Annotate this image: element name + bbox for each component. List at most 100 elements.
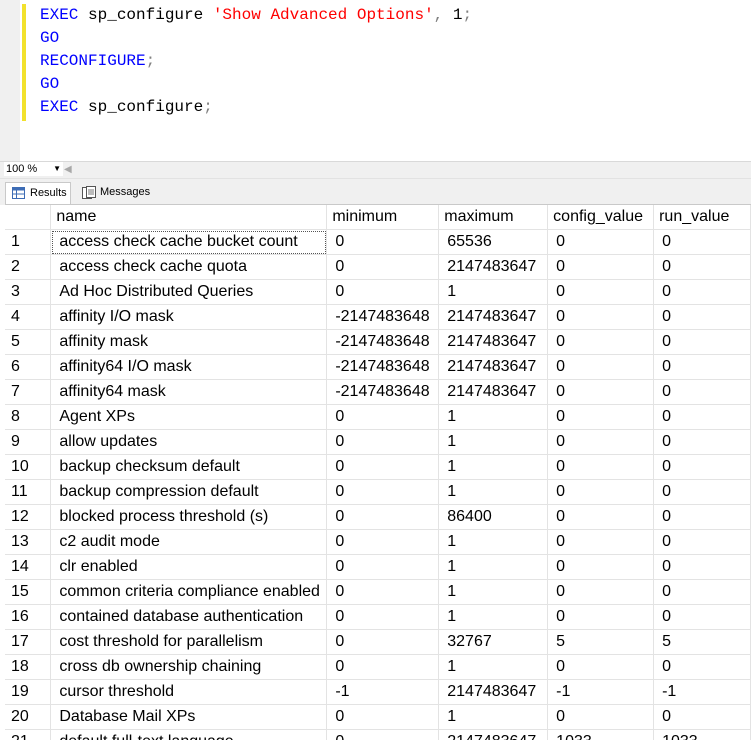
row-number[interactable]: 10 [5,455,51,480]
column-header-run-value[interactable]: run_value [654,205,751,230]
cell-name[interactable]: affinity64 mask [51,380,327,405]
cell-minimum[interactable]: 0 [327,630,439,655]
cell-minimum[interactable]: 0 [327,405,439,430]
cell-name[interactable]: cost threshold for parallelism [51,630,327,655]
cell-run-value[interactable]: 0 [654,380,751,405]
cell-minimum[interactable]: -2147483648 [327,330,439,355]
row-number[interactable]: 2 [5,255,51,280]
cell-minimum[interactable]: 0 [327,605,439,630]
cell-run-value[interactable]: 0 [654,405,751,430]
cell-config-value[interactable]: 0 [548,230,654,255]
cell-maximum[interactable]: 1 [439,480,548,505]
cell-config-value[interactable]: 0 [548,305,654,330]
row-number[interactable]: 12 [5,505,51,530]
cell-run-value[interactable]: 0 [654,605,751,630]
cell-maximum[interactable]: 1 [439,705,548,730]
row-number[interactable]: 14 [5,555,51,580]
cell-run-value[interactable]: 0 [654,705,751,730]
cell-name[interactable]: Agent XPs [51,405,327,430]
row-number[interactable]: 5 [5,330,51,355]
cell-name[interactable]: c2 audit mode [51,530,327,555]
cell-maximum[interactable]: 1 [439,580,548,605]
cell-run-value[interactable]: 0 [654,455,751,480]
cell-maximum[interactable]: 1 [439,280,548,305]
zoom-select[interactable]: 100 % ▼ [4,162,63,176]
results-grid[interactable]: nameminimummaximumconfig_valuerun_value … [5,204,751,740]
cell-run-value[interactable]: 0 [654,355,751,380]
cell-maximum[interactable]: 2147483647 [439,730,548,740]
row-number[interactable]: 9 [5,430,51,455]
cell-minimum[interactable]: 0 [327,530,439,555]
row-number[interactable]: 18 [5,655,51,680]
cell-name[interactable]: backup checksum default [51,455,327,480]
cell-config-value[interactable]: 0 [548,380,654,405]
cell-name[interactable]: affinity I/O mask [51,305,327,330]
cell-minimum[interactable]: 0 [327,255,439,280]
cell-run-value[interactable]: 0 [654,505,751,530]
column-header-config-value[interactable]: config_value [548,205,654,230]
cell-maximum[interactable]: 1 [439,605,548,630]
column-header-minimum[interactable]: minimum [327,205,439,230]
cell-config-value[interactable]: 0 [548,280,654,305]
cell-maximum[interactable]: 2147483647 [439,680,548,705]
row-number[interactable]: 3 [5,280,51,305]
cell-config-value[interactable]: 0 [548,580,654,605]
cell-name[interactable]: backup compression default [51,480,327,505]
cell-config-value[interactable]: 0 [548,530,654,555]
cell-config-value[interactable]: 5 [548,630,654,655]
cell-maximum[interactable]: 1 [439,455,548,480]
cell-maximum[interactable]: 2147483647 [439,255,548,280]
cell-run-value[interactable]: 5 [654,630,751,655]
cell-name[interactable]: default full-text language [51,730,327,740]
row-number[interactable]: 8 [5,405,51,430]
cell-config-value[interactable]: 0 [548,555,654,580]
row-number[interactable]: 1 [5,230,51,255]
cell-maximum[interactable]: 65536 [439,230,548,255]
cell-config-value[interactable]: 0 [548,405,654,430]
cell-config-value[interactable]: 0 [548,505,654,530]
cell-run-value[interactable]: 0 [654,580,751,605]
cell-run-value[interactable]: 0 [654,430,751,455]
row-number[interactable]: 4 [5,305,51,330]
cell-run-value[interactable]: 0 [654,230,751,255]
scroll-left-icon[interactable]: ◀ [64,162,72,177]
cell-minimum[interactable]: 0 [327,280,439,305]
cell-run-value[interactable]: 0 [654,480,751,505]
cell-name[interactable]: contained database authentication [51,605,327,630]
row-number[interactable]: 17 [5,630,51,655]
cell-name[interactable]: Database Mail XPs [51,705,327,730]
row-number[interactable]: 20 [5,705,51,730]
row-number[interactable]: 11 [5,480,51,505]
query-editor[interactable]: EXEC sp_configure 'Show Advanced Options… [0,0,751,161]
cell-maximum[interactable]: 32767 [439,630,548,655]
cell-maximum[interactable]: 1 [439,405,548,430]
cell-maximum[interactable]: 2147483647 [439,355,548,380]
cell-minimum[interactable]: 0 [327,505,439,530]
cell-name[interactable]: blocked process threshold (s) [51,505,327,530]
cell-maximum[interactable]: 2147483647 [439,305,548,330]
cell-run-value[interactable]: 0 [654,280,751,305]
cell-run-value[interactable]: 0 [654,530,751,555]
cell-config-value[interactable]: 0 [548,355,654,380]
cell-config-value[interactable]: 0 [548,480,654,505]
cell-config-value[interactable]: 1033 [548,730,654,740]
cell-maximum[interactable]: 1 [439,430,548,455]
cell-config-value[interactable]: 0 [548,705,654,730]
cell-minimum[interactable]: -2147483648 [327,380,439,405]
cell-name[interactable]: allow updates [51,430,327,455]
tab-results[interactable]: Results [5,182,71,205]
cell-name[interactable]: cursor threshold [51,680,327,705]
cell-name[interactable]: access check cache bucket count [51,230,327,255]
cell-minimum[interactable]: 0 [327,455,439,480]
row-number[interactable]: 16 [5,605,51,630]
cell-minimum[interactable]: 0 [327,705,439,730]
cell-minimum[interactable]: 0 [327,230,439,255]
row-number[interactable]: 19 [5,680,51,705]
row-number[interactable]: 7 [5,380,51,405]
cell-maximum[interactable]: 1 [439,655,548,680]
cell-config-value[interactable]: 0 [548,330,654,355]
cell-maximum[interactable]: 1 [439,530,548,555]
cell-minimum[interactable]: 0 [327,555,439,580]
cell-run-value[interactable]: -1 [654,680,751,705]
cell-minimum[interactable]: 0 [327,730,439,740]
